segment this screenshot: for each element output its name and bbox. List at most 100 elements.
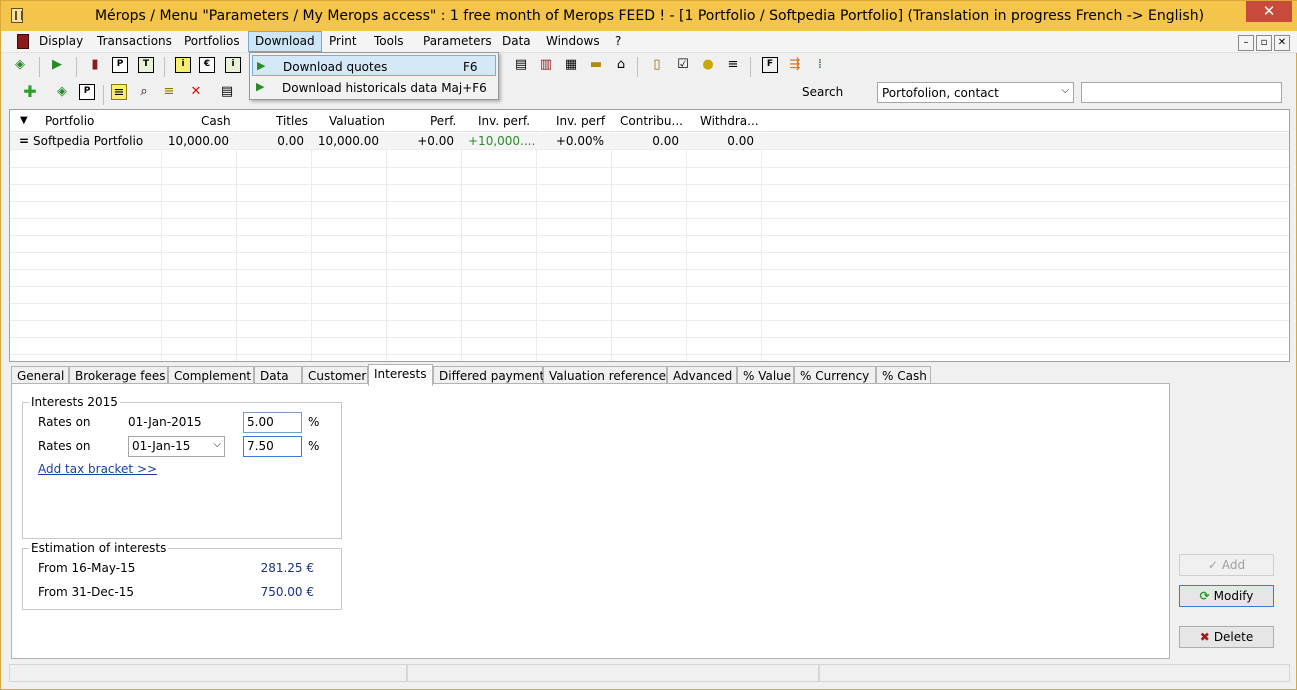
download-quotes-shortcut: F6 bbox=[463, 60, 478, 74]
delete-icon[interactable]: ✕ bbox=[188, 84, 204, 100]
col-contributions[interactable]: Contribu... bbox=[620, 114, 683, 128]
col-portfolio[interactable]: Portfolio bbox=[45, 114, 94, 128]
cell-inv-perf-pct: +0.00% bbox=[555, 134, 604, 148]
empty-row bbox=[10, 219, 1289, 236]
delete-button-label: Delete bbox=[1213, 630, 1254, 644]
tab-interests[interactable]: Interests bbox=[368, 364, 433, 386]
check-icon[interactable]: ☑ bbox=[675, 57, 691, 73]
menu-tools[interactable]: Tools bbox=[374, 34, 404, 48]
menu-item-download-quotes[interactable]: ▶ Download quotes F6 bbox=[252, 55, 496, 76]
portfolio-square-icon[interactable]: P bbox=[112, 57, 128, 73]
col-valuation[interactable]: Valuation bbox=[329, 114, 385, 128]
empty-row bbox=[10, 270, 1289, 287]
rate2-unit: % bbox=[308, 439, 320, 453]
delete-button[interactable]: ✖ Delete bbox=[1179, 626, 1274, 648]
book-icon[interactable]: ▮ bbox=[87, 57, 103, 73]
calculator-icon[interactable]: ▯ bbox=[649, 57, 665, 73]
status-pane bbox=[9, 664, 407, 682]
close-window-button[interactable]: ✕ bbox=[1246, 1, 1292, 22]
menu-print[interactable]: Print bbox=[329, 34, 357, 48]
search-label: Search bbox=[802, 85, 844, 99]
columns-icon[interactable]: ▥ bbox=[538, 57, 554, 73]
empty-row bbox=[10, 202, 1289, 219]
chart-icon[interactable]: ▬ bbox=[588, 57, 604, 73]
col-withdrawals[interactable]: Withdra... bbox=[700, 114, 759, 128]
rate2-field[interactable]: 7.50 bbox=[243, 436, 302, 457]
mdi-close-button[interactable]: ✕ bbox=[1274, 35, 1290, 51]
search-scope-select[interactable]: Portofolion, contact ⌵ bbox=[877, 82, 1074, 103]
window-title: Mérops / Menu "Parameters / My Merops ac… bbox=[94, 8, 1205, 24]
rate1-field[interactable]: 5.00 bbox=[243, 412, 302, 433]
sort-down-icon[interactable]: ▼ bbox=[20, 115, 28, 126]
euro-square-icon[interactable]: € bbox=[199, 57, 215, 73]
table-row[interactable]: = Softpedia Portfolio 10,000.00 0.00 10,… bbox=[10, 133, 1289, 150]
info-square-icon[interactable]: i bbox=[175, 57, 191, 73]
cell-cash: 10,000.00 bbox=[167, 134, 229, 148]
add-tax-bracket-link[interactable]: Add tax bracket >> bbox=[38, 462, 157, 476]
rate2-label: Rates on bbox=[38, 439, 91, 453]
chevron-down-icon: ⌵ bbox=[213, 439, 221, 450]
cell-portfolio: Softpedia Portfolio bbox=[33, 134, 144, 148]
empty-row bbox=[10, 236, 1289, 253]
cell-inv-perf: +10,000.... bbox=[468, 134, 536, 148]
chevron-down-icon: ⌵ bbox=[1061, 85, 1069, 96]
alert-icon[interactable]: ● bbox=[700, 57, 716, 73]
rate2-date-select[interactable]: 01-Jan-15 ⌵ bbox=[128, 436, 225, 457]
sheet-icon[interactable]: ▤ bbox=[513, 57, 529, 73]
menu-download[interactable]: Download bbox=[248, 31, 322, 52]
menu-display[interactable]: Display bbox=[39, 34, 83, 48]
menu-transactions[interactable]: Transactions bbox=[97, 34, 172, 48]
mdi-minimize-button[interactable]: – bbox=[1238, 35, 1254, 51]
estimation-groupbox: Estimation of interests From 16-May-15 2… bbox=[22, 541, 342, 610]
col-cash[interactable]: Cash bbox=[201, 114, 231, 128]
paperclip-icon[interactable]: ⌕ bbox=[136, 84, 152, 100]
f-square-icon[interactable]: F bbox=[762, 57, 778, 73]
estimation-row2-value: 750.00 € bbox=[260, 585, 314, 599]
portfolio-grid: ▼ Portfolio Cash Titles Valuation Perf. … bbox=[9, 109, 1290, 362]
titles-square-icon[interactable]: T bbox=[138, 57, 154, 73]
import-icon[interactable]: ▶ bbox=[49, 57, 65, 73]
col-perf[interactable]: Perf. bbox=[430, 114, 456, 128]
interests-panel: Interests 2015 Rates on 01-Jan-2015 5.00… bbox=[11, 383, 1170, 659]
estimation-row1-label: From 16-May-15 bbox=[38, 561, 136, 575]
sort-icon[interactable]: ≡ bbox=[161, 84, 177, 100]
tag-icon[interactable]: ◈ bbox=[12, 57, 28, 73]
add-button[interactable]: ✓ Add bbox=[1179, 554, 1274, 576]
image-icon[interactable]: ▦ bbox=[563, 57, 579, 73]
col-inv-perf-pct[interactable]: Inv. perf bbox=[556, 114, 605, 128]
rate1-unit: % bbox=[308, 415, 320, 429]
estimation-row1-value: 281.25 € bbox=[260, 561, 314, 575]
empty-row bbox=[10, 185, 1289, 202]
rate1-label: Rates on bbox=[38, 415, 91, 429]
menu-data[interactable]: Data bbox=[502, 34, 531, 48]
cell-titles: 0.00 bbox=[277, 134, 304, 148]
portfolio-small-square-icon[interactable]: P bbox=[79, 84, 95, 100]
list-icon[interactable]: ≡ bbox=[725, 57, 741, 73]
search-input[interactable] bbox=[1081, 82, 1282, 103]
tag-small-icon[interactable]: ◈ bbox=[54, 84, 70, 100]
report-icon[interactable]: ▤ bbox=[219, 84, 235, 100]
toolbar-top: ◈ ▶ ▮ P T i € i ▤ ▥ ▦ ▬ ⌂ ▯ ☑ ● ≡ F ⇶ ⁞ bbox=[1, 53, 1297, 81]
document-icon[interactable] bbox=[17, 34, 29, 49]
transfer-icon[interactable]: ⇶ bbox=[787, 57, 803, 73]
col-inv-perf[interactable]: Inv. perf. bbox=[478, 114, 530, 128]
status-pane bbox=[819, 664, 1290, 682]
shape-icon[interactable]: ⌂ bbox=[613, 57, 629, 73]
add-icon[interactable]: ✚ bbox=[22, 84, 38, 100]
modify-button[interactable]: ⟳ Modify bbox=[1179, 585, 1274, 607]
details-square-icon[interactable]: i bbox=[225, 57, 241, 73]
menu-item-download-historicals[interactable]: ▶ Download historicals data Maj+F6 bbox=[252, 77, 496, 98]
col-titles[interactable]: Titles bbox=[276, 114, 308, 128]
estimation-group-title: Estimation of interests bbox=[29, 541, 169, 555]
grid-dots-icon[interactable]: ⁞ bbox=[812, 57, 828, 73]
menu-parameters[interactable]: Parameters bbox=[423, 34, 492, 48]
cell-valuation: 10,000.00 bbox=[317, 134, 379, 148]
download-quotes-icon: ▶ bbox=[257, 59, 266, 72]
menu-portfolios[interactable]: Portfolios bbox=[184, 34, 240, 48]
note-icon[interactable]: ≡ bbox=[111, 84, 127, 100]
download-quotes-label: Download quotes bbox=[283, 60, 388, 74]
mdi-restore-button[interactable]: ▫ bbox=[1256, 35, 1272, 51]
menu-help[interactable]: ? bbox=[615, 34, 621, 48]
menu-windows[interactable]: Windows bbox=[546, 34, 600, 48]
empty-row bbox=[10, 287, 1289, 304]
